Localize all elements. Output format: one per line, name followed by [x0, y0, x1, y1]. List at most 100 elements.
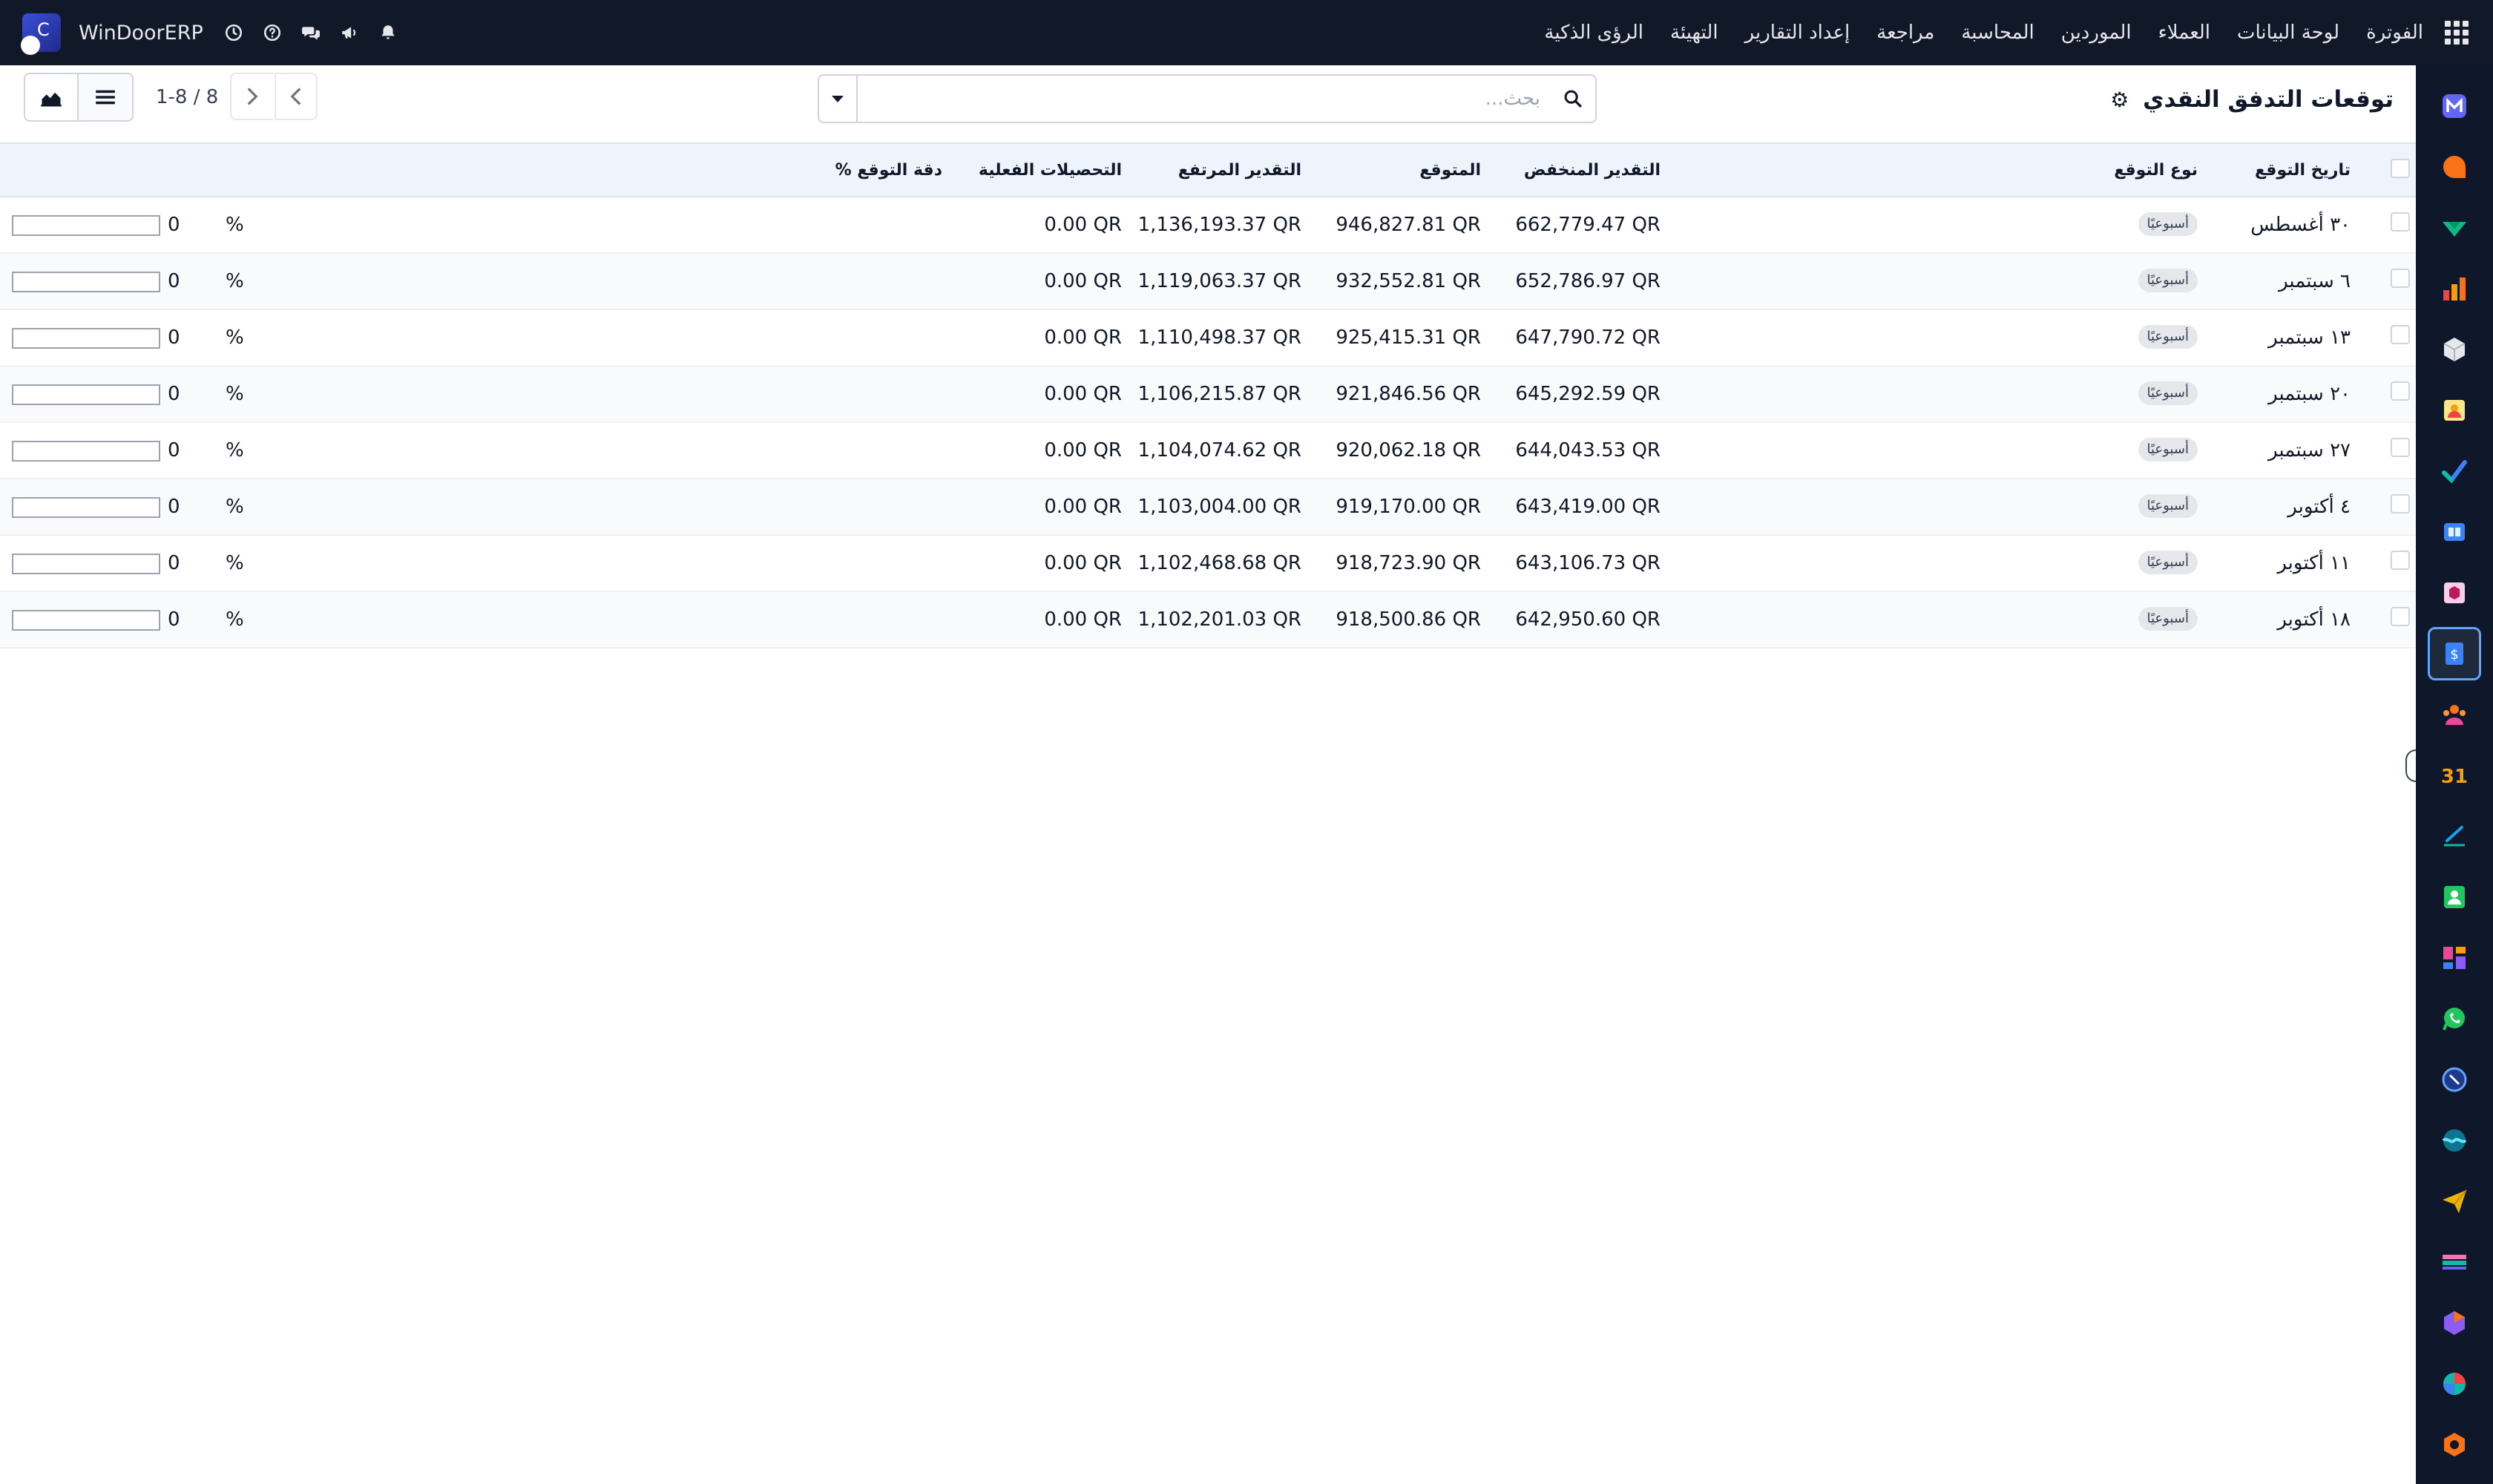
- cell-low: 647,790.72 QR: [1515, 326, 1661, 349]
- search-input[interactable]: [858, 76, 1551, 121]
- type-badge: أسبوعيًا: [2138, 325, 2198, 349]
- cell-expected: 918,723.90 QR: [1336, 552, 1481, 574]
- select-all-checkbox[interactable]: [2391, 159, 2410, 178]
- company-logo[interactable]: [21, 13, 61, 55]
- pie-app-icon[interactable]: [2428, 1357, 2481, 1411]
- cell-accuracy-value: 0: [168, 383, 180, 405]
- column-header-type[interactable]: نوع التوقع: [2114, 161, 2198, 180]
- menu-item-configuration[interactable]: التهيئة: [1670, 22, 1718, 44]
- menu-item-smart-insights[interactable]: الرؤى الذكية: [1544, 22, 1643, 44]
- whatsapp-app-icon[interactable]: [2428, 992, 2481, 1045]
- search-bar: [818, 74, 1597, 123]
- sidebar-collapse-handle[interactable]: [2405, 749, 2416, 782]
- compass-app-icon[interactable]: [2428, 1053, 2481, 1106]
- cell-percent-sign: %: [226, 214, 244, 236]
- area-chart-icon: [41, 92, 62, 107]
- search-options-toggle[interactable]: [819, 76, 858, 122]
- column-header-low[interactable]: التقدير المنخفض: [1524, 161, 1661, 180]
- company-name[interactable]: WinDoorERP: [79, 22, 203, 45]
- gear-icon[interactable]: ⚙: [2110, 88, 2129, 112]
- menu-item-customers[interactable]: العملاء: [2158, 22, 2210, 44]
- list-view-button[interactable]: [79, 73, 134, 122]
- row-checkbox[interactable]: [2391, 438, 2410, 457]
- sign-app-icon[interactable]: [2428, 810, 2481, 863]
- table-row[interactable]: ١١ أكتوبر أسبوعيًا 643,106.73 QR 918,723…: [0, 536, 2416, 592]
- cell-expected: 919,170.00 QR: [1336, 496, 1481, 518]
- clock-icon[interactable]: [223, 22, 245, 44]
- cell-high: 1,110,498.37 QR: [1137, 326, 1301, 349]
- accuracy-progress-bar: [12, 215, 160, 236]
- page-title-wrapper: توقعات التدفق النقدي ⚙: [2110, 86, 2394, 113]
- column-header-accuracy[interactable]: دقة التوقع %: [835, 161, 942, 180]
- row-checkbox[interactable]: [2391, 607, 2410, 626]
- cell-low: 652,786.97 QR: [1515, 270, 1661, 292]
- help-icon[interactable]: [261, 22, 283, 44]
- pager-previous-button[interactable]: [275, 73, 318, 120]
- menu-item-reporting[interactable]: إعداد التقارير: [1745, 22, 1850, 44]
- cell-low: 662,779.47 QR: [1515, 214, 1661, 236]
- row-checkbox[interactable]: [2391, 325, 2410, 344]
- table-row[interactable]: ٢٧ سبتمبر أسبوعيًا 644,043.53 QR 920,062…: [0, 423, 2416, 479]
- discuss-app-icon[interactable]: [2428, 140, 2481, 194]
- employee-app-icon[interactable]: [2428, 870, 2481, 924]
- column-header-high[interactable]: التقدير المرتفع: [1178, 161, 1301, 180]
- row-checkbox[interactable]: [2391, 212, 2410, 232]
- graph-view-button[interactable]: [24, 73, 79, 122]
- cell-actual: 0.00 QR: [1044, 383, 1122, 405]
- dashboard-app-icon[interactable]: [2428, 931, 2481, 985]
- menu-item-dashboard[interactable]: لوحة البيانات: [2237, 22, 2339, 44]
- column-header-date[interactable]: تاريخ التوقع: [2255, 161, 2351, 180]
- team-app-icon[interactable]: [2428, 688, 2481, 741]
- page-title: توقعات التدفق النقدي: [2143, 86, 2394, 113]
- contact-card-app-icon[interactable]: [2428, 384, 2481, 437]
- apps-sidebar: $ 31: [2416, 65, 2493, 1484]
- chat-icon[interactable]: [300, 22, 322, 44]
- table-body: ٣٠ أغسطس أسبوعيًا 662,779.47 QR 946,827.…: [0, 197, 2416, 649]
- row-checkbox[interactable]: [2391, 269, 2410, 288]
- table-row[interactable]: ١٨ أكتوبر أسبوعيًا 642,950.60 QR 918,500…: [0, 592, 2416, 649]
- row-checkbox[interactable]: [2391, 494, 2410, 513]
- bell-icon[interactable]: [377, 22, 399, 44]
- calendar-31-app-icon[interactable]: 31: [2428, 749, 2481, 802]
- row-checkbox[interactable]: [2391, 551, 2410, 570]
- svg-text:31: 31: [2441, 766, 2468, 788]
- pager-value[interactable]: 1-8 / 8: [156, 86, 218, 108]
- wave-app-icon[interactable]: [2428, 1114, 2481, 1167]
- accuracy-progress-bar: [12, 441, 160, 462]
- invoice-app-icon[interactable]: $: [2428, 627, 2481, 680]
- row-checkbox[interactable]: [2391, 381, 2410, 401]
- menu-item-accounting[interactable]: المحاسبة: [1961, 22, 2034, 44]
- menu-item-review[interactable]: مراجعة: [1876, 22, 1934, 44]
- table-row[interactable]: ٦ سبتمبر أسبوعيًا 652,786.97 QR 932,552.…: [0, 254, 2416, 310]
- accuracy-progress-bar: [12, 384, 160, 405]
- cell-expected: 946,827.81 QR: [1336, 214, 1481, 236]
- knowledge-app-icon[interactable]: [2428, 505, 2481, 559]
- settings-app-icon[interactable]: [2428, 1418, 2481, 1471]
- column-header-actual[interactable]: التحصيلات الفعلية: [979, 161, 1122, 180]
- table-row[interactable]: ٣٠ أغسطس أسبوعيًا 662,779.47 QR 946,827.…: [0, 197, 2416, 254]
- table-row[interactable]: ٢٠ سبتمبر أسبوعيًا 645,292.59 QR 921,846…: [0, 367, 2416, 423]
- table-row[interactable]: ١٣ سبتمبر أسبوعيًا 647,790.72 QR 925,415…: [0, 310, 2416, 367]
- spreadsheet-app-icon[interactable]: [2428, 1235, 2481, 1289]
- box-app-icon[interactable]: [2428, 566, 2481, 620]
- column-header-expected[interactable]: المتوقع: [1419, 161, 1481, 180]
- cell-expected: 918,500.86 QR: [1336, 608, 1481, 631]
- cube-app-icon[interactable]: [2428, 323, 2481, 376]
- search-icon[interactable]: [1551, 76, 1595, 121]
- send-app-icon[interactable]: [2428, 1175, 2481, 1228]
- table-row[interactable]: ٤ أكتوبر أسبوعيًا 643,419.00 QR 919,170.…: [0, 479, 2416, 536]
- task-check-app-icon[interactable]: [2428, 444, 2481, 498]
- svg-text:$: $: [2450, 647, 2458, 663]
- hexagon-app-icon[interactable]: [2428, 1296, 2481, 1350]
- cell-date: ٢٠ سبتمبر: [2268, 383, 2351, 405]
- bar-chart-app-icon[interactable]: [2428, 262, 2481, 315]
- app-menu-grid-icon[interactable]: [2444, 20, 2469, 45]
- type-badge: أسبوعيًا: [2138, 551, 2198, 574]
- menu-item-invoicing[interactable]: الفوترة: [2366, 22, 2423, 44]
- megaphone-icon[interactable]: [338, 22, 361, 44]
- check-app-icon[interactable]: [2428, 201, 2481, 255]
- menu-item-vendors[interactable]: الموردين: [2061, 22, 2132, 44]
- m-app-icon[interactable]: [2428, 79, 2481, 133]
- cell-accuracy-value: 0: [168, 552, 180, 574]
- pager-next-button[interactable]: [230, 73, 273, 120]
